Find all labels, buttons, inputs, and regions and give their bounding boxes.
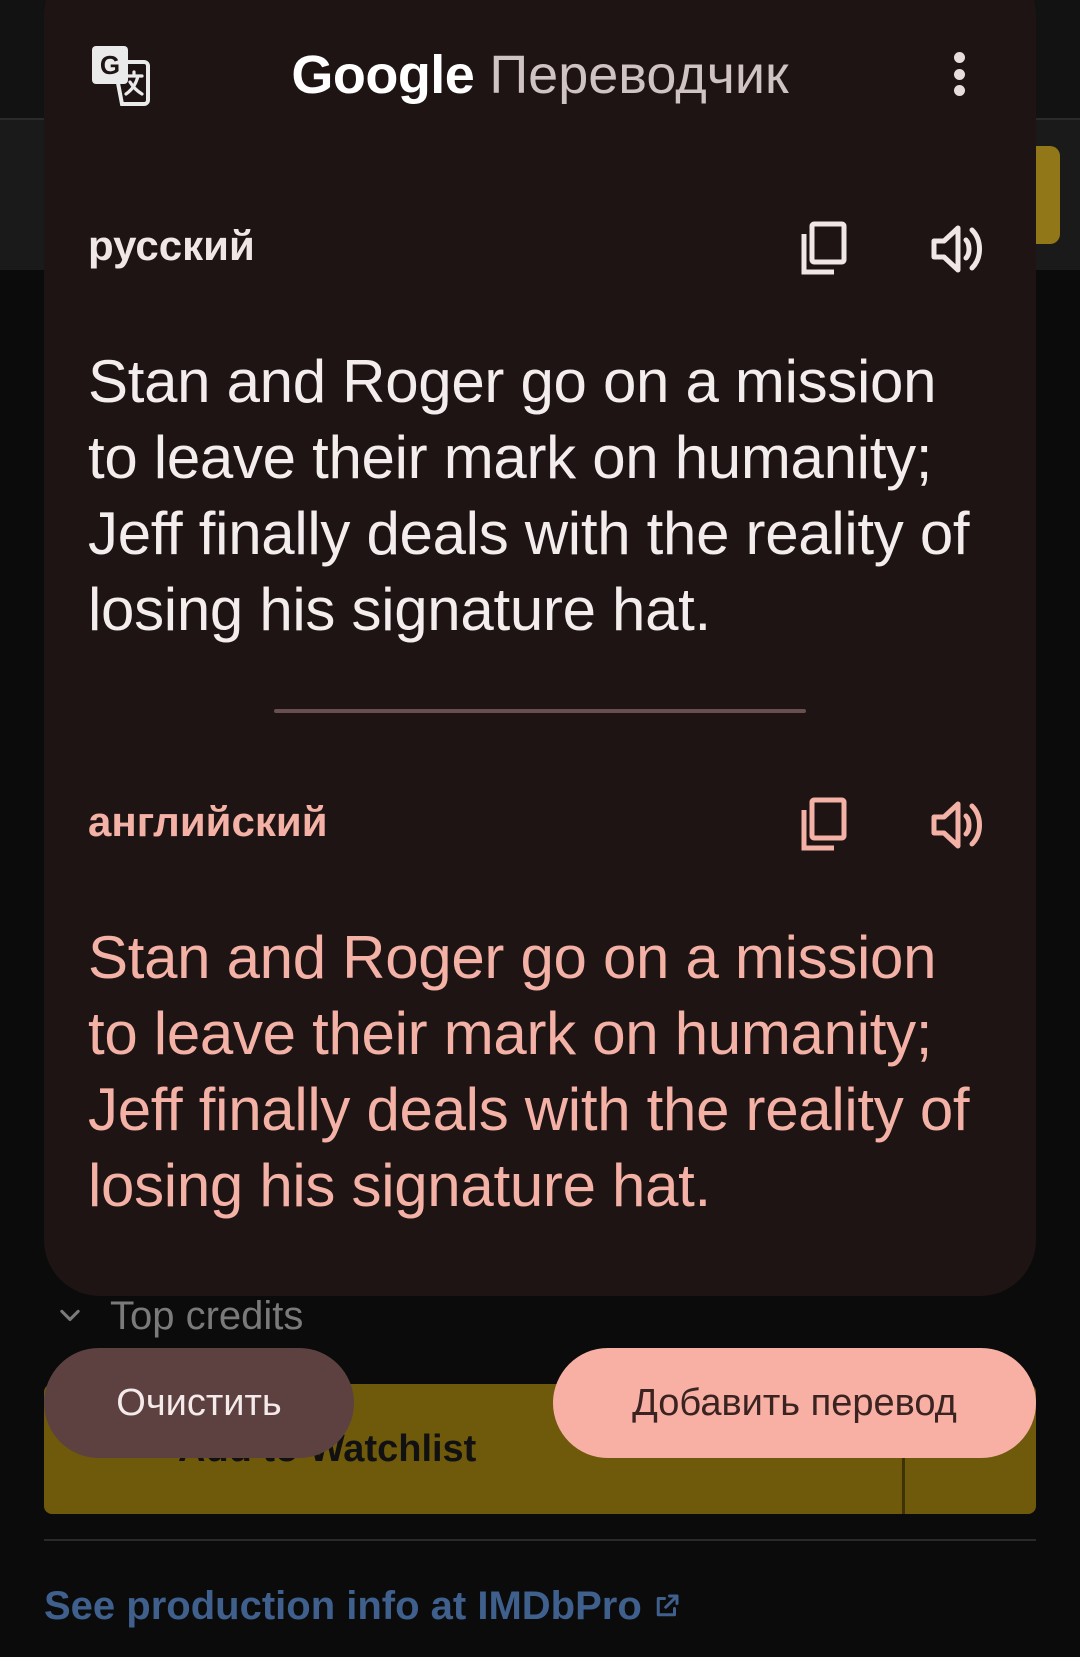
top-credits-label: Top credits bbox=[110, 1293, 304, 1338]
volume-icon[interactable] bbox=[928, 218, 990, 280]
external-link-icon bbox=[656, 1594, 679, 1617]
translated-text[interactable]: Stan and Roger go on a mission to leave … bbox=[88, 920, 988, 1224]
screen: ⁝ Top credits Add to Watchlist See produ… bbox=[0, 0, 1080, 1657]
app-title: Google Переводчик bbox=[0, 40, 1080, 110]
more-options-button[interactable] bbox=[944, 44, 974, 104]
clear-button[interactable]: Очистить bbox=[44, 1348, 354, 1458]
target-language-label: английский bbox=[88, 798, 328, 845]
source-language-label: русский bbox=[88, 222, 255, 269]
add-translation-button[interactable]: Добавить перевод bbox=[553, 1348, 1036, 1458]
section-divider bbox=[274, 709, 806, 713]
google-brand: Google bbox=[291, 45, 475, 105]
imdbpro-link[interactable]: See production info at IMDbPro bbox=[44, 1578, 682, 1634]
more-vert-icon bbox=[953, 52, 965, 63]
copy-icon[interactable] bbox=[795, 794, 857, 856]
more-vert-dot bbox=[953, 85, 965, 96]
volume-icon[interactable] bbox=[928, 794, 990, 856]
product-name: Переводчик bbox=[489, 45, 789, 105]
copy-icon[interactable] bbox=[795, 218, 857, 280]
source-text[interactable]: Stan and Roger go on a mission to leave … bbox=[88, 344, 988, 648]
chevron-down-icon bbox=[60, 1309, 80, 1322]
section-divider bbox=[44, 1539, 1036, 1541]
top-credits-toggle[interactable]: Top credits bbox=[56, 1288, 303, 1344]
more-vert-dot bbox=[953, 68, 965, 80]
imdbpro-link-text: See production info at IMDbPro bbox=[44, 1583, 642, 1628]
